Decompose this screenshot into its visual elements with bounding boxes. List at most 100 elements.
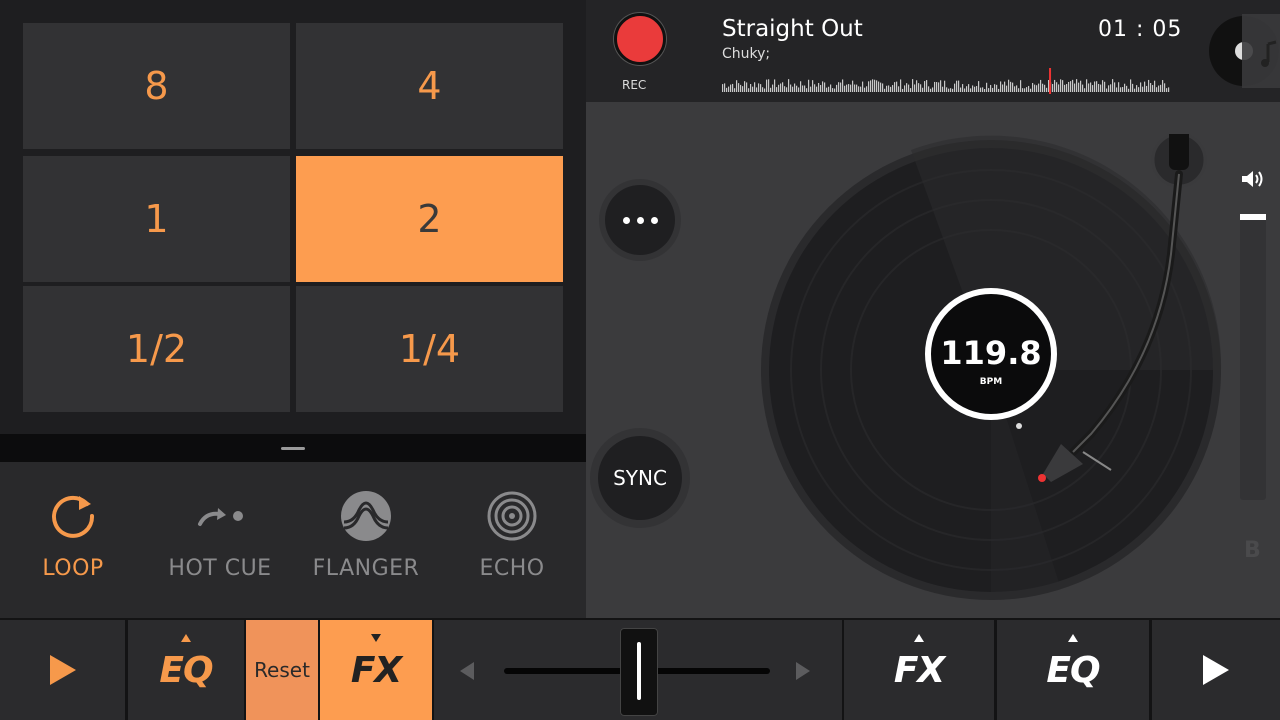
eq-label-deck-a: EQ — [159, 633, 214, 691]
dot-icon — [650, 216, 658, 224]
waveform-bar — [1042, 83, 1044, 92]
waveform-bar — [916, 80, 918, 92]
sync-button[interactable]: SYNC — [598, 436, 682, 520]
fx-button-deck-a[interactable]: FX — [320, 620, 432, 720]
waveform-bar — [826, 87, 828, 92]
waveform-bar — [844, 85, 846, 92]
waveform-bar — [764, 88, 766, 92]
waveform-bar — [858, 86, 860, 92]
waveform-bar — [892, 85, 894, 92]
waveform-bar — [1154, 80, 1156, 92]
waveform-bar — [1094, 81, 1096, 92]
mode-loop-button[interactable]: LOOP — [0, 490, 146, 581]
loop-panel: 8 4 1 2 1/2 1/4 LOOP HOT CUE FLANGER ECH… — [0, 0, 586, 618]
volume-icon — [1242, 171, 1263, 187]
waveform-bar — [822, 81, 824, 92]
track-waveform[interactable] — [722, 68, 1170, 94]
mode-echo-button[interactable]: ECHO — [439, 490, 585, 581]
eq-button-deck-a[interactable]: EQ — [128, 620, 244, 720]
waveform-bar — [782, 82, 784, 92]
waveform-bar — [1058, 84, 1060, 92]
loop-pad-1[interactable]: 1 — [23, 156, 290, 282]
waveform-bar — [768, 79, 770, 92]
crossfader-handle[interactable] — [620, 628, 658, 716]
waveform-bar — [792, 86, 794, 92]
fx-button-deck-b[interactable]: FX — [844, 620, 994, 720]
waveform-bar — [1004, 81, 1006, 92]
track-time: 01 : 05 — [1098, 17, 1183, 42]
eq-button-deck-b[interactable]: EQ — [997, 620, 1149, 720]
waveform-bar — [1028, 85, 1030, 92]
loop-pad-2[interactable]: 2 — [296, 156, 563, 282]
waveform-bar — [786, 87, 788, 92]
volume-slider-track[interactable] — [1240, 216, 1266, 500]
loop-pad-4[interactable]: 4 — [296, 23, 563, 149]
waveform-bar — [1036, 85, 1038, 92]
volume-slider-handle[interactable] — [1240, 214, 1266, 220]
waveform-bar — [876, 80, 878, 92]
track-library-disc-icon[interactable] — [1206, 14, 1280, 88]
waveform-bar — [952, 88, 954, 92]
waveform-bar — [1098, 83, 1100, 92]
waveform-bar — [808, 79, 810, 92]
waveform-bar — [884, 88, 886, 92]
waveform-bar — [1000, 81, 1002, 92]
mode-flanger-label: FLANGER — [312, 556, 420, 581]
waveform-bar — [984, 88, 986, 92]
crossfader — [434, 620, 842, 720]
mode-hot-cue-label: HOT CUE — [168, 556, 272, 581]
reset-button[interactable]: Reset — [246, 620, 318, 720]
waveform-bar — [778, 84, 780, 92]
waveform-bar — [874, 79, 876, 92]
crossfader-left-arrow-icon[interactable] — [460, 662, 474, 680]
waveform-bar — [1166, 88, 1168, 92]
waveform-bar — [1130, 79, 1132, 92]
play-button-deck-b[interactable] — [1152, 620, 1280, 720]
waveform-bar — [1168, 87, 1170, 92]
panel-resize-bar[interactable] — [0, 434, 586, 462]
play-button-deck-a[interactable] — [0, 620, 125, 720]
waveform-bar — [842, 79, 844, 92]
waveform-bar — [1064, 84, 1066, 92]
drag-handle-icon[interactable] — [281, 447, 305, 450]
waveform-bar — [832, 88, 834, 92]
loop-pad-1-2[interactable]: 1/2 — [23, 286, 290, 412]
transport-bar: EQ Reset FX FX EQ — [0, 618, 1280, 720]
waveform-bar — [820, 84, 822, 92]
waveform-bar — [962, 84, 964, 92]
chevron-up-icon — [913, 633, 924, 642]
waveform-bar — [1062, 80, 1064, 92]
waveform-bar — [1024, 88, 1026, 92]
waveform-bar — [802, 85, 804, 92]
waveform-bar — [946, 87, 948, 92]
waveform-bar — [1082, 84, 1084, 92]
waveform-bar — [912, 79, 914, 92]
waveform-bar — [1160, 84, 1162, 92]
waveform-bar — [742, 86, 744, 92]
mode-hot-cue-button[interactable]: HOT CUE — [147, 490, 293, 581]
waveform-bar — [1052, 84, 1054, 92]
loop-pad-8[interactable]: 8 — [23, 23, 290, 149]
loop-pad-1-4[interactable]: 1/4 — [296, 286, 563, 412]
waveform-bar — [1072, 79, 1074, 92]
waveform-bar — [776, 87, 778, 92]
waveform-bar — [754, 82, 756, 92]
more-options-button[interactable] — [605, 185, 675, 255]
record-button[interactable] — [614, 13, 666, 65]
waveform-bar — [1090, 82, 1092, 92]
fx-label-deck-a: FX — [351, 633, 402, 691]
waveform-bar — [866, 86, 868, 92]
waveform-bar — [828, 86, 830, 92]
waveform-bar — [922, 87, 924, 92]
mode-flanger-button[interactable]: FLANGER — [293, 490, 439, 581]
waveform-bar — [1012, 82, 1014, 92]
waveform-bar — [880, 82, 882, 92]
waveform-bar — [762, 87, 764, 92]
crossfader-right-arrow-icon[interactable] — [796, 662, 810, 680]
waveform-bar — [780, 83, 782, 92]
waveform-bar — [976, 86, 978, 92]
waveform-bar — [998, 88, 1000, 92]
waveform-bar — [838, 82, 840, 92]
waveform-bar — [1008, 79, 1010, 92]
waveform-bar — [1102, 80, 1104, 92]
